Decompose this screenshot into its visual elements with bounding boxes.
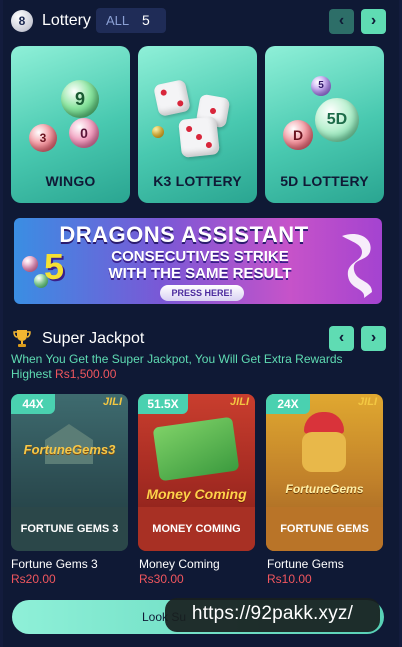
coin-icon bbox=[152, 126, 164, 138]
jackpot-description-text: When You Get the Super Jackpot, You Will… bbox=[11, 352, 343, 366]
lottery-prev-button[interactable]: ‹ bbox=[329, 9, 354, 34]
game-caption: FORTUNE GEMS bbox=[266, 507, 383, 551]
jili-logo: JILI bbox=[103, 396, 122, 408]
multiplier-badge: 44X bbox=[11, 394, 55, 414]
game-card-fortune-gems-3[interactable]: 44X JILI FortuneGems3 FORTUNE GEMS 3 bbox=[11, 394, 128, 551]
red-ball-icon: D bbox=[283, 120, 313, 150]
chevron-right-icon: › bbox=[370, 12, 377, 29]
press-here-button[interactable]: PRESS HERE! bbox=[160, 285, 244, 301]
jackpot-title: Super Jackpot bbox=[42, 330, 145, 347]
highest-amount: Rs1,500.00 bbox=[55, 367, 117, 381]
game-price: Rs20.00 bbox=[11, 572, 56, 586]
chevron-left-icon: ‹ bbox=[338, 329, 345, 346]
santa-hat-icon bbox=[304, 412, 344, 434]
jili-logo: JILI bbox=[358, 396, 377, 408]
highest-label: Highest bbox=[11, 367, 52, 381]
dice-icon bbox=[153, 79, 191, 117]
game-art-title: Money Coming bbox=[146, 486, 247, 502]
trophy-icon bbox=[13, 330, 31, 347]
chevron-left-icon: ‹ bbox=[338, 12, 345, 29]
jackpot-next-button[interactable]: › bbox=[361, 326, 386, 351]
game-name: Fortune Gems bbox=[267, 557, 344, 571]
jackpot-header: Super Jackpot ‹ › bbox=[10, 326, 390, 352]
banner-title: DRAGONS ASSISTANT bbox=[59, 222, 309, 247]
lottery-card-5d[interactable]: 5 D 5D 5D LOTTERY bbox=[265, 46, 384, 203]
lottery-card-label: WINGO bbox=[45, 173, 96, 189]
game-name: Money Coming bbox=[139, 557, 220, 571]
red-ball-icon: 3 bbox=[29, 124, 57, 152]
dragons-assistant-banner[interactable]: DRAGONS ASSISTANT 5 CONSECUTIVES STRIKE … bbox=[14, 218, 382, 304]
all-filter-button[interactable]: ALL 5 bbox=[96, 8, 166, 33]
game-card-money-coming[interactable]: 51.5X JILI Money Coming MONEY COMING bbox=[138, 394, 255, 551]
game-price: Rs30.00 bbox=[139, 572, 184, 586]
banner-number: 5 bbox=[44, 246, 65, 287]
game-art-title: FortuneGems3 bbox=[23, 442, 116, 457]
game-name: Fortune Gems 3 bbox=[11, 557, 98, 571]
pink-ball-icon: 0 bbox=[69, 118, 99, 148]
green-ball-icon: 5D bbox=[315, 98, 359, 142]
game-art-title: FortuneGems bbox=[285, 482, 364, 496]
banner-line-2: WITH THE SAME RESULT bbox=[108, 265, 292, 282]
green-ball-icon: 9 bbox=[61, 80, 99, 118]
cash-stack-icon bbox=[152, 416, 240, 482]
multiplier-badge: 51.5X bbox=[138, 394, 188, 414]
lottery-header: 8 Lottery ALL 5 ‹ › bbox=[10, 8, 390, 34]
lottery-card-label: K3 LOTTERY bbox=[153, 173, 242, 189]
all-count: 5 bbox=[142, 12, 150, 28]
pink-ball-icon bbox=[22, 256, 38, 272]
lottery-card-wingo[interactable]: 9 3 0 WINGO bbox=[11, 46, 130, 203]
lottery-title: Lottery bbox=[42, 12, 91, 29]
game-caption: FORTUNE GEMS 3 bbox=[11, 507, 128, 551]
jili-logo: JILI bbox=[230, 396, 249, 408]
banner-line-1: CONSECUTIVES STRIKE bbox=[111, 248, 289, 265]
lottery-card-label: 5D LOTTERY bbox=[280, 173, 369, 189]
multiplier-badge: 24X bbox=[266, 394, 310, 414]
all-label: ALL bbox=[106, 13, 130, 28]
purple-ball-icon: 5 bbox=[311, 76, 331, 96]
jackpot-prev-button[interactable]: ‹ bbox=[329, 326, 354, 351]
dragon-icon bbox=[342, 233, 372, 298]
lottery-ball-icon: 8 bbox=[11, 10, 33, 32]
lottery-card-k3[interactable]: K3 LOTTERY bbox=[138, 46, 257, 203]
game-card-fortune-gems[interactable]: 24X JILI FortuneGems FORTUNE GEMS bbox=[266, 394, 383, 551]
jackpot-highest: Highest Rs1,500.00 bbox=[11, 367, 391, 382]
jackpot-description: When You Get the Super Jackpot, You Will… bbox=[11, 352, 391, 382]
game-caption: MONEY COMING bbox=[138, 507, 255, 551]
statue-face-icon bbox=[302, 432, 346, 472]
dice-icon bbox=[178, 116, 220, 158]
lottery-next-button[interactable]: › bbox=[361, 9, 386, 34]
chevron-right-icon: › bbox=[370, 329, 377, 346]
url-watermark: https://92pakk.xyz/ bbox=[165, 598, 380, 632]
game-price: Rs10.00 bbox=[267, 572, 312, 586]
